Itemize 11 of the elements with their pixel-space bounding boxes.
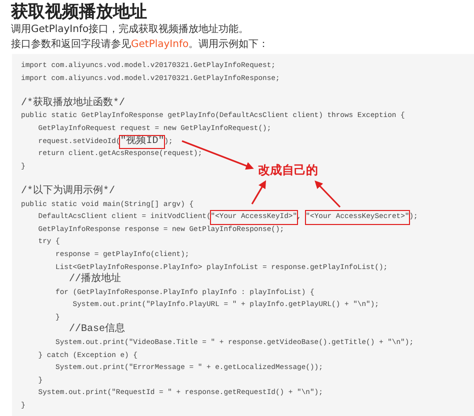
paragraph: 调用GetPlayInfo接口，完成获取视频播放地址功能。 (10, 22, 250, 37)
arrow (251, 180, 266, 204)
code-text: /*获取播放地址函数*/ (21, 98, 126, 110)
paragraph: 接口参数和返回字段请参见GetPlayInfo。调用示例如下： (10, 38, 270, 52)
code-text: /*以下为调用示例*/ (21, 186, 116, 199)
link[interactable]: GetPlayInfo (131, 39, 189, 50)
arrow (314, 180, 341, 208)
section-heading: 获取视频播放地址 (10, 1, 148, 22)
code-text: //Base信息 (68, 324, 126, 338)
code-text: //播放地址 (68, 274, 122, 287)
annotation-label: 改成自己的 (258, 162, 318, 179)
